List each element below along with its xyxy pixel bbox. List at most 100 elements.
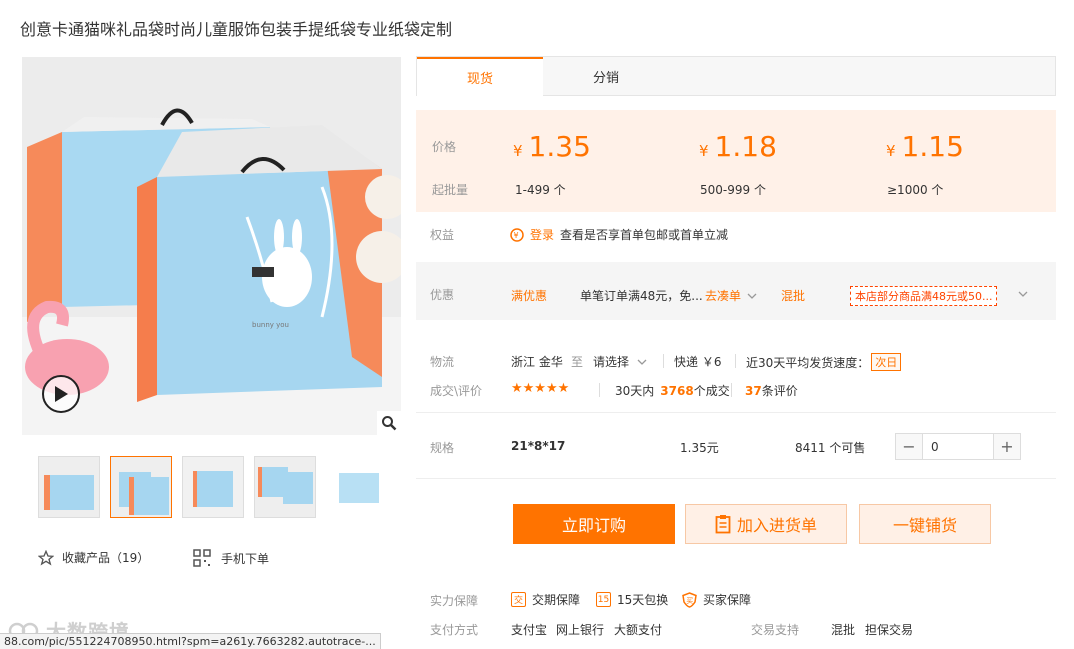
store-promo-tag[interactable]: 本店部分商品满48元或50... bbox=[850, 286, 998, 306]
star-outline-icon bbox=[38, 549, 54, 565]
magnifier-icon bbox=[382, 416, 397, 431]
status-url: 88.com/pic/551224708950.html?spm=a261y.7… bbox=[0, 633, 381, 649]
moq-tier-3: ≥1000 个 bbox=[887, 183, 944, 197]
quantity-stepper: − 0 + bbox=[895, 433, 1021, 460]
product-title: 创意卡通猫咪礼品袋时尚儿童服饰包装手提纸袋专业纸袋定制 bbox=[20, 20, 453, 39]
spec-stock: 8411 个可售 bbox=[795, 441, 866, 455]
thumbnail-image bbox=[111, 457, 171, 517]
discount-text: 单笔订单满48元，免... bbox=[580, 289, 703, 303]
tab-distribution[interactable]: 分销 bbox=[543, 57, 669, 95]
delivery-guarantee-icon: 交 bbox=[511, 592, 526, 607]
thumbnail-strip bbox=[38, 456, 388, 518]
payment-method: 网上银行 bbox=[556, 623, 605, 637]
guarantee-item-label: 买家保障 bbox=[703, 593, 752, 607]
deals-suffix: 个成交 bbox=[693, 384, 730, 398]
one-click-distribute-button[interactable]: 一键铺货 bbox=[859, 504, 991, 544]
increase-button[interactable]: + bbox=[993, 434, 1020, 459]
divider bbox=[416, 478, 1056, 479]
go-combine-link[interactable]: 去凑单 bbox=[705, 287, 757, 304]
login-link[interactable]: 登录 bbox=[530, 226, 554, 243]
play-icon bbox=[55, 386, 68, 402]
thumbnail-2[interactable] bbox=[110, 456, 172, 518]
deals-number: 3768 bbox=[660, 383, 694, 398]
thumbnail-4[interactable] bbox=[254, 456, 316, 518]
price-tier-1: ¥1.35 bbox=[513, 130, 591, 163]
gift-bags-illustration: bunny you bbox=[22, 57, 401, 435]
payment-method: 大额支付 bbox=[614, 623, 663, 637]
currency-symbol: ¥ bbox=[886, 142, 896, 160]
favorite-product[interactable]: 收藏产品（19） bbox=[38, 549, 149, 566]
promo-label: 优惠 bbox=[430, 288, 455, 302]
price-tier-3: ¥1.15 bbox=[886, 130, 964, 163]
payment-method: 支付宝 bbox=[511, 623, 548, 637]
mobile-order-label: 手机下单 bbox=[221, 551, 270, 566]
price-label: 价格 bbox=[432, 140, 457, 154]
deals-count[interactable]: 30天内 3768 个成交 bbox=[615, 382, 730, 399]
purchase-tabs: 现货 分销 bbox=[416, 56, 1056, 96]
shield-icon: 买 bbox=[682, 591, 697, 608]
divider bbox=[416, 412, 1056, 413]
zoom-button[interactable] bbox=[377, 411, 401, 435]
separator bbox=[599, 383, 600, 397]
moq-tier-1: 1-499 个 bbox=[515, 183, 566, 197]
thumbnail-image bbox=[255, 457, 315, 517]
full-discount-label: 满优惠 bbox=[511, 289, 548, 303]
rating-stars: ★★★★★ bbox=[511, 381, 570, 396]
logistics-label: 物流 bbox=[430, 355, 455, 369]
thumbnail-image bbox=[39, 457, 99, 517]
spec-label: 规格 bbox=[430, 441, 455, 455]
separator bbox=[663, 354, 664, 368]
guarantee-buyer[interactable]: 买 买家保障 bbox=[682, 591, 751, 608]
chevron-down-icon bbox=[747, 293, 757, 299]
trade-support-item: 混批 bbox=[831, 623, 856, 637]
quantity-input[interactable]: 0 bbox=[923, 434, 993, 459]
guarantee-delivery[interactable]: 交 交期保障 bbox=[511, 591, 580, 608]
order-now-button[interactable]: 立即订购 bbox=[513, 504, 675, 544]
mobile-order[interactable]: 手机下单 bbox=[193, 549, 269, 567]
price-box: 价格 起批量 ¥1.35 ¥1.18 ¥1.15 1-499 个 500-999… bbox=[416, 110, 1056, 212]
svg-text:¥: ¥ bbox=[514, 231, 519, 240]
guarantee-item-label: 15天包换 bbox=[617, 593, 669, 607]
destination-select-label: 请选择 bbox=[593, 355, 630, 369]
next-day-badge: 次日 bbox=[871, 353, 902, 371]
payment-label: 支付方式 bbox=[430, 623, 479, 637]
currency-symbol: ¥ bbox=[513, 142, 523, 160]
qr-code-icon bbox=[193, 549, 211, 567]
guarantee-exchange[interactable]: 15 15天包换 bbox=[596, 591, 668, 608]
guarantee-label: 实力保障 bbox=[430, 594, 479, 608]
spec-name: 21*8*17 bbox=[511, 439, 566, 453]
price-value: 1.15 bbox=[901, 130, 964, 163]
trade-support-label: 交易支持 bbox=[751, 623, 800, 637]
thumbnail-3[interactable] bbox=[182, 456, 244, 518]
go-combine-label: 去凑单 bbox=[705, 289, 742, 303]
thumbnail-5[interactable] bbox=[326, 456, 388, 518]
price-value: 1.18 bbox=[714, 130, 777, 163]
express-fee: 快递 ￥6 bbox=[674, 355, 722, 369]
chevron-down-icon[interactable] bbox=[1018, 291, 1028, 297]
decrease-button[interactable]: − bbox=[896, 434, 923, 459]
thumbnail-1[interactable] bbox=[38, 456, 100, 518]
main-product-image[interactable]: bunny you bbox=[22, 57, 401, 435]
exchange-guarantee-icon: 15 bbox=[596, 592, 611, 607]
thumbnail-image bbox=[327, 457, 387, 517]
ship-speed-label: 近30天平均发货速度： bbox=[746, 355, 870, 370]
favorite-label: 收藏产品（19） bbox=[62, 551, 150, 565]
rights-label: 权益 bbox=[430, 228, 455, 242]
add-to-cart-label: 加入进货单 bbox=[736, 516, 817, 535]
review-count[interactable]: 37 条评价 bbox=[745, 382, 798, 399]
play-video-button[interactable] bbox=[42, 375, 80, 413]
logistics-to: 至 bbox=[571, 355, 584, 369]
guarantee-item-label: 交期保障 bbox=[532, 593, 581, 607]
rights-text: 查看是否享首单包邮或首单立减 bbox=[560, 228, 729, 242]
tab-spot[interactable]: 现货 bbox=[417, 57, 543, 96]
reviews-label: 成交\评价 bbox=[430, 384, 483, 398]
thumbnail-image bbox=[183, 457, 243, 517]
buyer-guarantee-icon-text: 买 bbox=[686, 597, 693, 605]
spec-price: 1.35元 bbox=[680, 441, 719, 455]
separator bbox=[735, 354, 736, 368]
chevron-down-icon bbox=[637, 359, 647, 365]
add-to-cart-button[interactable]: 加入进货单 bbox=[685, 504, 847, 544]
destination-select[interactable]: 请选择 bbox=[593, 353, 647, 370]
mixed-batch-label: 混批 bbox=[781, 289, 806, 303]
review-suffix: 条评价 bbox=[761, 384, 798, 398]
